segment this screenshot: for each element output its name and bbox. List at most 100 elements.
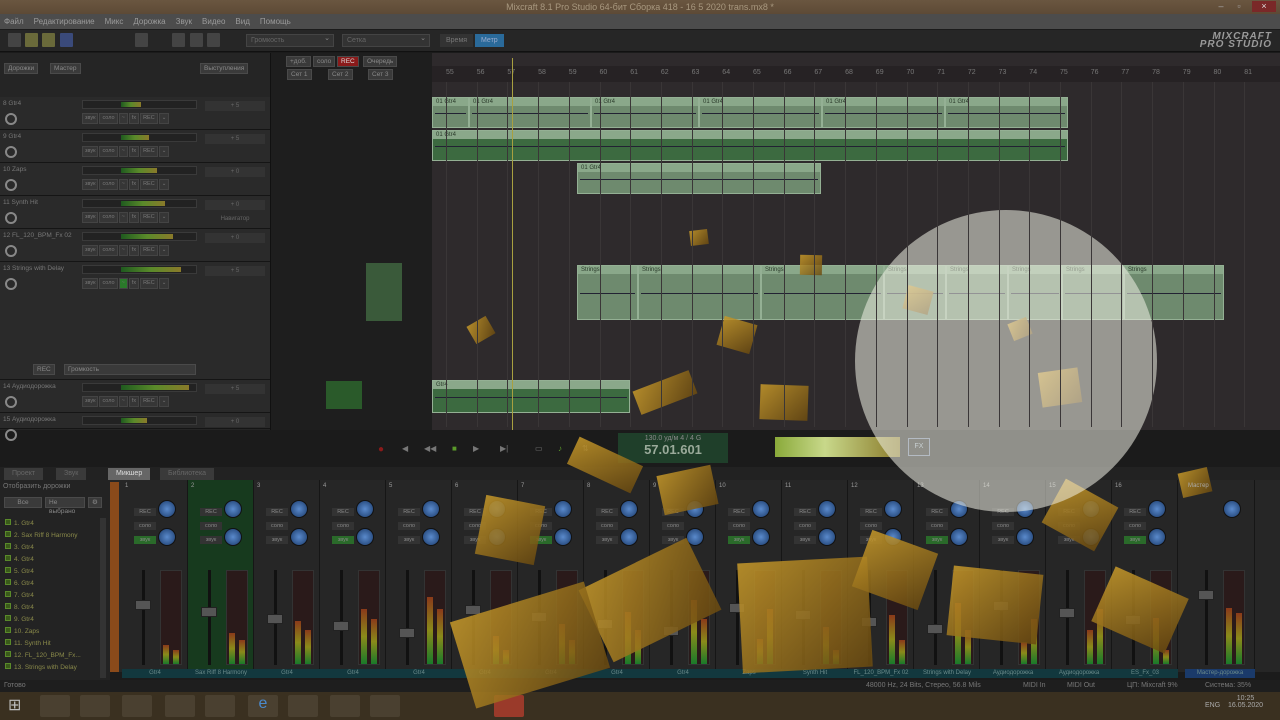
channel-solo-button[interactable]: соло [926, 522, 948, 530]
channel-solo-button[interactable]: соло [398, 522, 420, 530]
midi-in[interactable]: MIDI In [1023, 680, 1046, 692]
track-visibility-item[interactable]: 13. Strings with Delay [0, 662, 100, 674]
mixer-scroll-handle[interactable] [110, 482, 119, 672]
track-button-1[interactable]: соло [99, 396, 118, 407]
set-2-button[interactable]: Сет 2 [328, 69, 353, 80]
checkbox[interactable] [5, 591, 11, 597]
channel-fader[interactable] [927, 624, 943, 634]
track-button-1[interactable]: соло [99, 179, 118, 190]
menu-7[interactable]: Помощь [260, 14, 291, 29]
track-visibility-item[interactable]: 5. Gtr4 [0, 566, 100, 578]
track-pan[interactable]: + 5 [205, 266, 265, 276]
pan-knob[interactable] [620, 500, 638, 518]
perf-queue-button[interactable]: Очередь [363, 56, 398, 67]
set-3-button[interactable]: Сет 3 [368, 69, 393, 80]
app-icon[interactable] [370, 695, 400, 717]
pan-knob[interactable] [818, 500, 836, 518]
track-button-1[interactable]: соло [99, 278, 118, 289]
tab-2[interactable]: Микшер [108, 468, 151, 480]
channel-solo-button[interactable]: соло [200, 522, 222, 530]
track-pan[interactable]: + 5 [205, 101, 265, 111]
metronome-icon[interactable]: ♪ [558, 444, 562, 453]
loop-icon[interactable] [135, 33, 148, 47]
track-button-2[interactable]: ~ [118, 113, 128, 124]
checkbox[interactable] [5, 519, 11, 525]
track-button-4[interactable]: REC [140, 245, 158, 256]
language-indicator[interactable]: ENG [1205, 702, 1220, 709]
channel-fader[interactable] [135, 600, 151, 610]
pan-knob[interactable] [356, 500, 374, 518]
ie-icon[interactable]: e [248, 695, 278, 717]
pan-knob[interactable] [290, 500, 308, 518]
track-button-2[interactable]: ~ [118, 179, 128, 190]
track-name[interactable]: 14 Аудиодорожка [3, 383, 56, 390]
channel-rec-button[interactable]: REC [596, 508, 618, 516]
playhead[interactable] [512, 58, 513, 430]
track-button-0[interactable]: звук [82, 146, 99, 157]
track-button-3[interactable]: fx [128, 212, 140, 223]
track-button-3[interactable]: fx [128, 245, 140, 256]
track-row[interactable]: 11 Synth Hit звук соло ~ fx REC ⌄ + 0 Навигатор [0, 196, 270, 229]
app-icon[interactable] [330, 695, 360, 717]
track-button-5[interactable]: ⌄ [158, 245, 170, 256]
show-all-button[interactable]: Все [4, 497, 42, 508]
channel-fader[interactable] [201, 607, 217, 617]
tab-3[interactable]: Библиотека [160, 468, 215, 480]
send-knob[interactable] [356, 528, 374, 546]
channel-mute-button[interactable]: звук [266, 536, 288, 544]
track-visibility-item[interactable]: 4. Gtr4 [0, 554, 100, 566]
grid-select[interactable]: Сетка [342, 33, 430, 47]
windows-start-icon[interactable]: ⊞ [8, 695, 38, 717]
master-knob[interactable] [1223, 500, 1241, 518]
track-visibility-item[interactable]: 12. FL_120_BPM_Fx... [0, 650, 100, 662]
track-button-0[interactable]: звук [82, 212, 99, 223]
track-button-5[interactable]: ⌄ [158, 212, 170, 223]
track-row[interactable]: 8 Gtr4 звук соло ~ fx REC ⌄ + 5 [0, 97, 270, 130]
track-button-0[interactable]: звук [82, 396, 99, 407]
track-button-0[interactable]: звук [82, 278, 99, 289]
tab-0[interactable]: Проект [4, 468, 44, 480]
channel-mute-button[interactable]: звук [926, 536, 948, 544]
channel-rec-button[interactable]: REC [728, 508, 750, 516]
channel-fader[interactable] [333, 621, 349, 631]
checkbox[interactable] [5, 531, 11, 537]
channel-rec-button[interactable]: REC [266, 508, 288, 516]
send-knob[interactable] [554, 528, 572, 546]
open-recent-icon[interactable] [42, 33, 55, 47]
track-pan[interactable]: + 0 [205, 200, 265, 210]
menu-4[interactable]: Звук [176, 14, 192, 29]
send-knob[interactable] [1148, 528, 1166, 546]
track-button-3[interactable]: fx [128, 113, 140, 124]
channel-fader[interactable] [1059, 608, 1075, 618]
position-display[interactable]: 130.0 уд/м 4 / 4 G 57.01.601 [618, 433, 728, 463]
track-visibility-item[interactable]: 2. Sax Riff 8 Harmony [0, 530, 100, 542]
channel-solo-button[interactable]: соло [1124, 522, 1146, 530]
channel-solo-button[interactable]: соло [992, 522, 1014, 530]
track-button-3[interactable]: fx [128, 146, 140, 157]
app-icon[interactable] [165, 695, 195, 717]
channel-solo-button[interactable]: соло [134, 522, 156, 530]
track-button-0[interactable]: звук [82, 179, 99, 190]
track-button-4[interactable]: REC [140, 179, 158, 190]
checkbox[interactable] [5, 579, 11, 585]
track-button-1[interactable]: соло [99, 146, 118, 157]
send-knob[interactable] [224, 528, 242, 546]
track-button-1[interactable]: соло [99, 245, 118, 256]
track-pan[interactable]: + 0 [205, 167, 265, 177]
track-button-2[interactable]: ~ [118, 396, 128, 407]
perf-clip[interactable] [366, 263, 402, 321]
to-start-icon[interactable]: ◀ [402, 444, 408, 453]
track-row[interactable]: 14 Аудиодорожка звук соло ~ fx REC ⌄ + 5 [0, 380, 270, 413]
audio-clip[interactable]: 01 Gtr4 [432, 130, 1068, 161]
pan-knob[interactable] [158, 500, 176, 518]
send-knob[interactable] [620, 528, 638, 546]
maximize-button[interactable]: ▫ [1232, 1, 1246, 12]
channel-solo-button[interactable]: соло [794, 522, 816, 530]
perf-add-button[interactable]: +доб. [286, 56, 311, 67]
master-button[interactable]: Мастер [50, 63, 81, 74]
record-icon[interactable]: ● [378, 444, 384, 455]
track-visibility-item[interactable]: 6. Gtr4 [0, 578, 100, 590]
app-icon[interactable] [288, 695, 318, 717]
track-pan[interactable]: + 0 [205, 233, 265, 243]
channel-rec-button[interactable]: REC [332, 508, 354, 516]
